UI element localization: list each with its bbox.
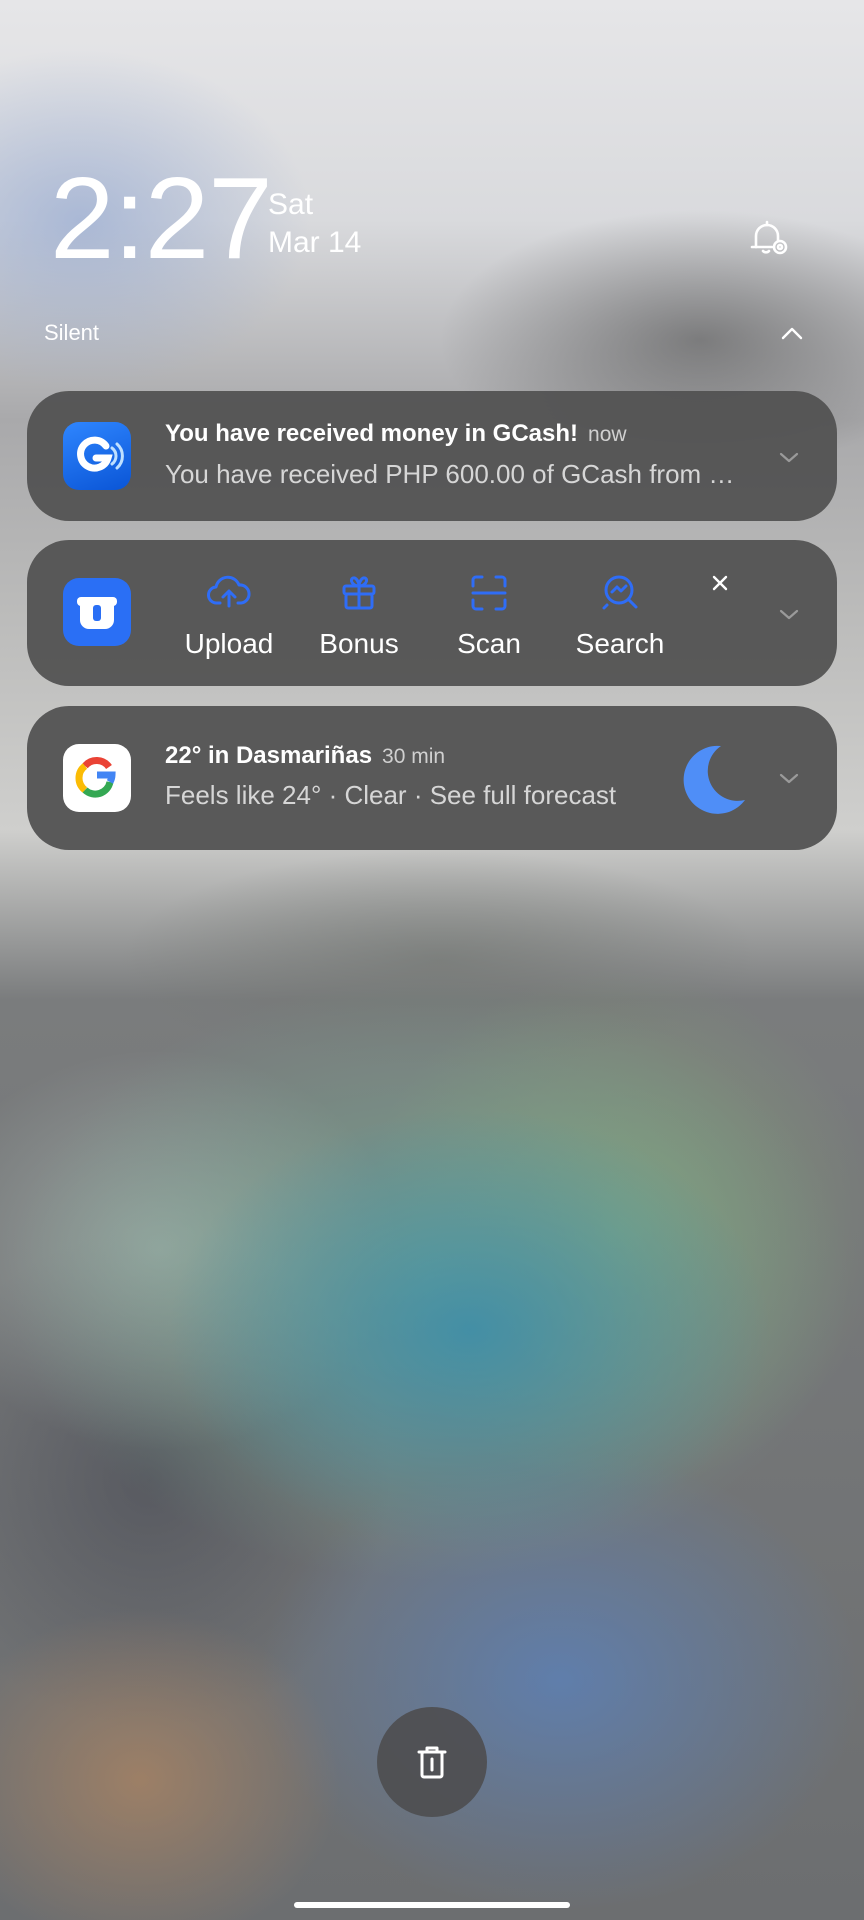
terabox-notification[interactable]: Upload Bonus Scan Search <box>27 540 837 686</box>
gcash-title: You have received money in GCash! now <box>165 420 627 448</box>
expand-chevron-down-icon[interactable] <box>777 766 801 790</box>
gcash-icon <box>63 422 131 490</box>
search-label: Search <box>575 628 665 659</box>
date-label: Mar 14 <box>268 226 362 259</box>
expand-chevron-down-icon[interactable] <box>777 445 801 469</box>
google-weather-notification[interactable]: 22° in Dasmariñas 30 min Feels like 24° ·… <box>27 706 837 850</box>
clock-time: 2:27 <box>50 153 273 283</box>
moon-icon <box>683 745 745 814</box>
collapse-chevron-up-icon[interactable] <box>776 318 808 350</box>
weather-time: 30 min <box>382 745 446 768</box>
google-icon <box>63 744 131 812</box>
search-action-button[interactable]: Search <box>560 570 680 660</box>
close-icon[interactable] <box>707 570 733 596</box>
day-label: Sat <box>268 188 314 221</box>
upload-cloud-icon <box>207 575 251 608</box>
gcash-body: You have received PHP 600.00 of GCash fr… <box>165 459 735 489</box>
bonus-label: Bonus <box>319 628 399 659</box>
expand-chevron-down-icon[interactable] <box>777 602 801 626</box>
scan-icon <box>471 575 507 611</box>
terabox-icon <box>63 578 131 646</box>
weather-title: 22° in Dasmariñas 30 min <box>165 742 445 770</box>
notification-settings-bell-icon[interactable] <box>744 214 792 262</box>
home-indicator[interactable] <box>294 1902 570 1908</box>
weather-body: Feels like 24° · Clear · See full foreca… <box>165 780 617 810</box>
gcash-time: now <box>588 423 627 446</box>
scan-label: Scan <box>457 628 521 659</box>
date-block: Sat Mar 14 <box>268 186 361 262</box>
search-icon <box>602 575 638 610</box>
wallpaper <box>0 0 864 1920</box>
weather-title-text: 22° in Dasmariñas <box>165 742 373 769</box>
gcash-notification[interactable]: You have received money in GCash! now You… <box>27 391 837 521</box>
clear-all-button[interactable] <box>377 1707 487 1817</box>
upload-label: Upload <box>184 628 274 659</box>
upload-action-button[interactable]: Upload <box>169 570 289 660</box>
bonus-action-button[interactable]: Bonus <box>299 570 419 660</box>
trash-icon <box>417 1746 447 1779</box>
silent-section-label: Silent <box>44 320 100 345</box>
gift-icon <box>342 576 376 610</box>
gcash-title-text: You have received money in GCash! <box>165 420 579 447</box>
scan-action-button[interactable]: Scan <box>429 570 549 660</box>
